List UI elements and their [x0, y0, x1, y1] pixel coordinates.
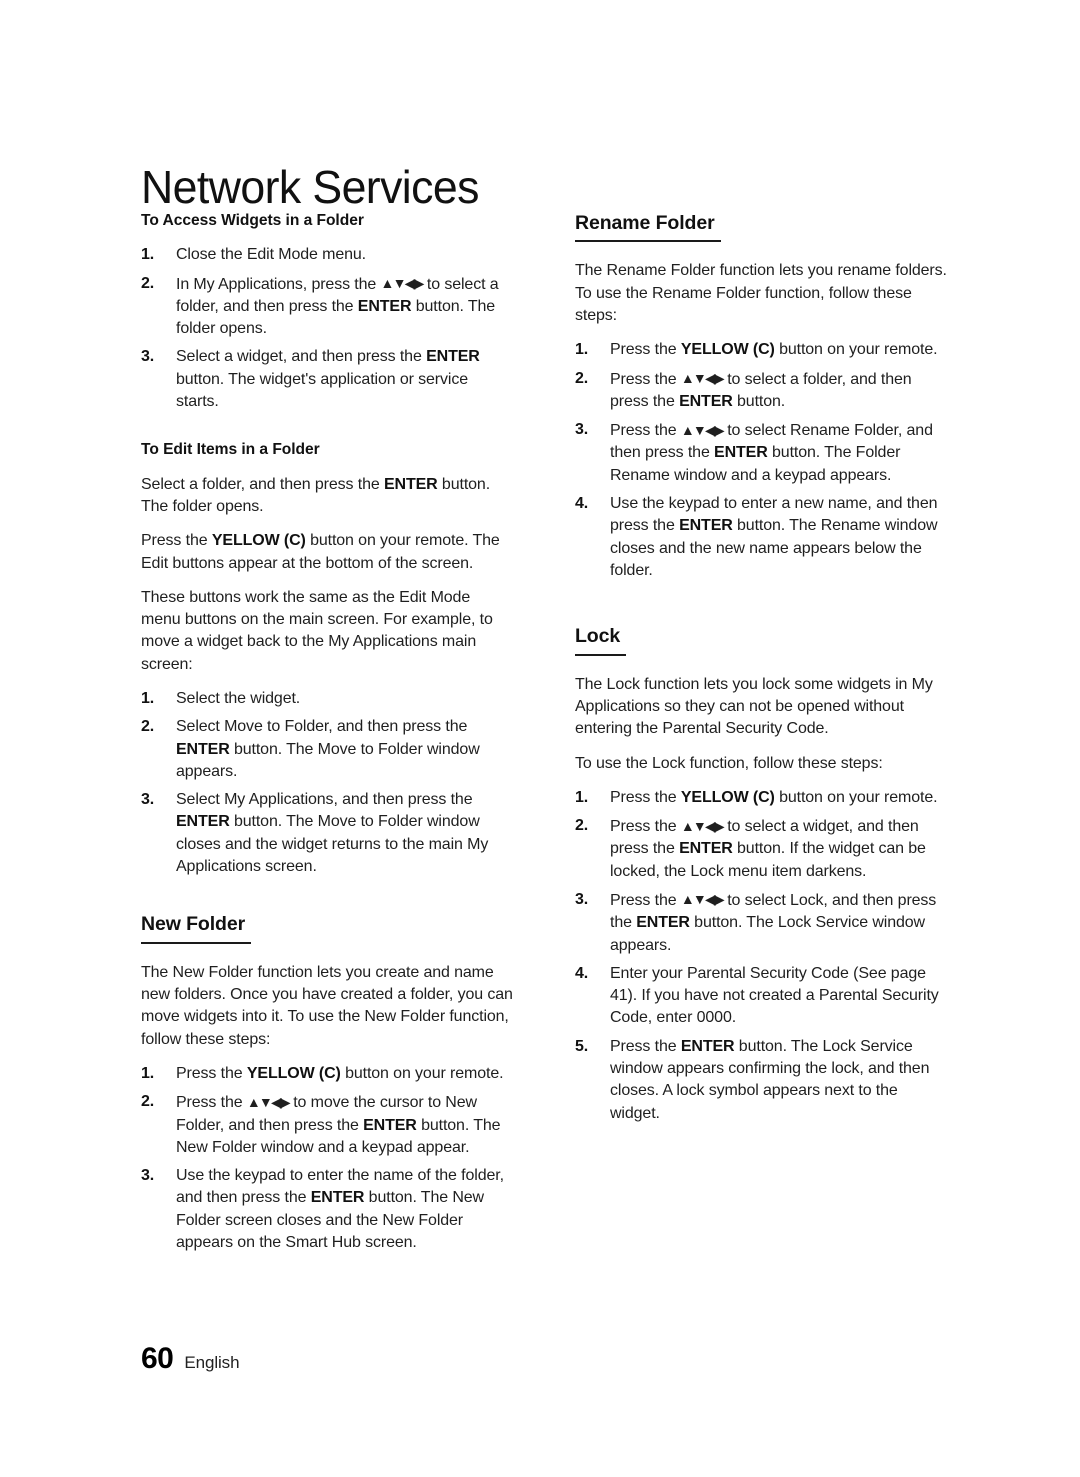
- edit-items-steps: 1. Select the widget. 2. Select Move to …: [141, 688, 513, 878]
- list-item: 2. Select Move to Folder, and then press…: [141, 716, 513, 783]
- step-number: 2.: [575, 369, 589, 387]
- list-item: 4. Enter your Parental Security Code (Se…: [575, 963, 947, 1030]
- step-number: 3.: [141, 791, 155, 809]
- footer-page-number: 60: [141, 1342, 174, 1375]
- step-text: Use the keypad to enter a new name, and …: [610, 495, 938, 579]
- step-text: Select Move to Folder, and then press th…: [176, 718, 480, 780]
- section-heading-new-folder-wrap: New Folder: [141, 912, 513, 950]
- step-number: 1.: [141, 689, 155, 707]
- rename-folder-intro: The Rename Folder function lets you rena…: [575, 262, 947, 324]
- subheading-edit-items: To Edit Items in a Folder: [141, 441, 320, 459]
- step-text: Select My Applications, and then press t…: [176, 791, 489, 876]
- step-text: Press the YELLOW (C) button on your remo…: [610, 788, 938, 806]
- section-heading-rename-folder: Rename Folder: [575, 211, 721, 243]
- step-number: 4.: [575, 964, 589, 982]
- dpad-arrows-icon: ▲▼◀▶: [680, 817, 725, 834]
- step-number: 3.: [141, 348, 155, 366]
- dpad-arrows-icon: ▲▼◀▶: [380, 275, 425, 292]
- step-text: Enter your Parental Security Code (See p…: [610, 964, 939, 1027]
- step-number: 3.: [575, 890, 589, 908]
- list-item: 1. Press the YELLOW (C) button on your r…: [141, 1063, 513, 1085]
- body-columns: To Access Widgets in a Folder 1. Close t…: [141, 211, 947, 1268]
- step-text: Select a widget, and then press the ENTE…: [176, 348, 480, 411]
- step-text: Press the ▲▼◀▶ to move the cursor to New…: [176, 1093, 501, 1156]
- step-number: 5.: [575, 1037, 589, 1055]
- step-text: Press the ▲▼◀▶ to select Lock, and then …: [610, 891, 937, 954]
- left-column: To Access Widgets in a Folder 1. Close t…: [141, 211, 513, 1268]
- dpad-arrows-icon: ▲▼◀▶: [680, 421, 725, 438]
- step-text: Press the ▲▼◀▶ to select a widget, and t…: [610, 817, 926, 880]
- step-text: Use the keypad to enter the name of the …: [176, 1167, 504, 1251]
- step-number: 2.: [141, 718, 155, 736]
- dpad-arrows-icon: ▲▼◀▶: [680, 370, 725, 387]
- section-heading-rename-folder-wrap: Rename Folder: [575, 211, 947, 249]
- step-text: Press the ENTER button. The Lock Service…: [610, 1037, 930, 1122]
- step-text: Close the Edit Mode menu.: [176, 246, 366, 264]
- lock-steps: 1. Press the YELLOW (C) button on your r…: [575, 787, 947, 1125]
- step-number: 2.: [575, 817, 589, 835]
- list-item: 3. Select a widget, and then press the E…: [141, 346, 513, 413]
- list-item: 3. Select My Applications, and then pres…: [141, 789, 513, 878]
- edit-paragraph-1: Select a folder, and then press the ENTE…: [141, 475, 491, 515]
- dpad-arrows-icon: ▲▼◀▶: [680, 891, 725, 908]
- list-item: 5. Press the ENTER button. The Lock Serv…: [575, 1036, 947, 1125]
- list-item: 3. Use the keypad to enter the name of t…: [141, 1165, 513, 1254]
- step-text: Press the YELLOW (C) button on your remo…: [176, 1064, 504, 1082]
- step-text: Press the ▲▼◀▶ to select a folder, and t…: [610, 370, 912, 410]
- subheading-access-widgets: To Access Widgets in a Folder: [141, 212, 364, 229]
- manual-page: Network Services To Access Widgets in a …: [0, 0, 1080, 1477]
- dpad-arrows-icon: ▲▼◀▶: [246, 1093, 291, 1110]
- lock-intro-2: To use the Lock function, follow these s…: [575, 754, 883, 772]
- section-heading-new-folder: New Folder: [141, 912, 252, 944]
- step-text: In My Applications, press the ▲▼◀▶ to se…: [176, 275, 499, 338]
- list-item: 1. Press the YELLOW (C) button on your r…: [575, 787, 947, 809]
- section-heading-lock-wrap: Lock: [575, 624, 947, 662]
- step-text: Press the ▲▼◀▶ to select Rename Folder, …: [610, 421, 933, 484]
- list-item: 3. Press the ▲▼◀▶ to select Lock, and th…: [575, 889, 947, 957]
- access-widgets-steps: 1. Close the Edit Mode menu. 2. In My Ap…: [141, 244, 513, 413]
- step-number: 2.: [141, 274, 155, 292]
- list-item: 2. Press the ▲▼◀▶ to move the cursor to …: [141, 1091, 513, 1159]
- right-column: Rename Folder The Rename Folder function…: [575, 211, 947, 1268]
- list-item: 1. Press the YELLOW (C) button on your r…: [575, 339, 947, 361]
- footer-language: English: [184, 1353, 240, 1372]
- list-item: 2. Press the ▲▼◀▶ to select a widget, an…: [575, 815, 947, 883]
- list-item: 4. Use the keypad to enter a new name, a…: [575, 493, 947, 582]
- step-number: 3.: [141, 1167, 155, 1185]
- list-item: 2. In My Applications, press the ▲▼◀▶ to…: [141, 273, 513, 341]
- rename-folder-steps: 1. Press the YELLOW (C) button on your r…: [575, 339, 947, 582]
- step-number: 4.: [575, 495, 589, 513]
- edit-paragraph-3: These buttons work the same as the Edit …: [141, 588, 493, 673]
- list-item: 1. Select the widget.: [141, 688, 513, 710]
- lock-intro-1: The Lock function lets you lock some wid…: [575, 675, 933, 738]
- step-number: 1.: [141, 1064, 155, 1082]
- step-number: 2.: [141, 1093, 155, 1111]
- step-text: Press the YELLOW (C) button on your remo…: [610, 341, 938, 359]
- page-title: Network Services: [141, 160, 479, 213]
- new-folder-steps: 1. Press the YELLOW (C) button on your r…: [141, 1063, 513, 1254]
- step-number: 1.: [141, 246, 155, 264]
- list-item: 2. Press the ▲▼◀▶ to select a folder, an…: [575, 368, 947, 414]
- step-text: Select the widget.: [176, 689, 301, 707]
- list-item: 3. Press the ▲▼◀▶ to select Rename Folde…: [575, 419, 947, 487]
- new-folder-intro: The New Folder function lets you create …: [141, 963, 513, 1048]
- step-number: 1.: [575, 788, 589, 806]
- list-item: 1. Close the Edit Mode menu.: [141, 244, 513, 266]
- page-footer: 60 English: [141, 1342, 240, 1376]
- section-heading-lock: Lock: [575, 624, 627, 656]
- step-number: 3.: [575, 421, 589, 439]
- step-number: 1.: [575, 341, 589, 359]
- edit-paragraph-2: Press the YELLOW (C) button on your remo…: [141, 532, 500, 572]
